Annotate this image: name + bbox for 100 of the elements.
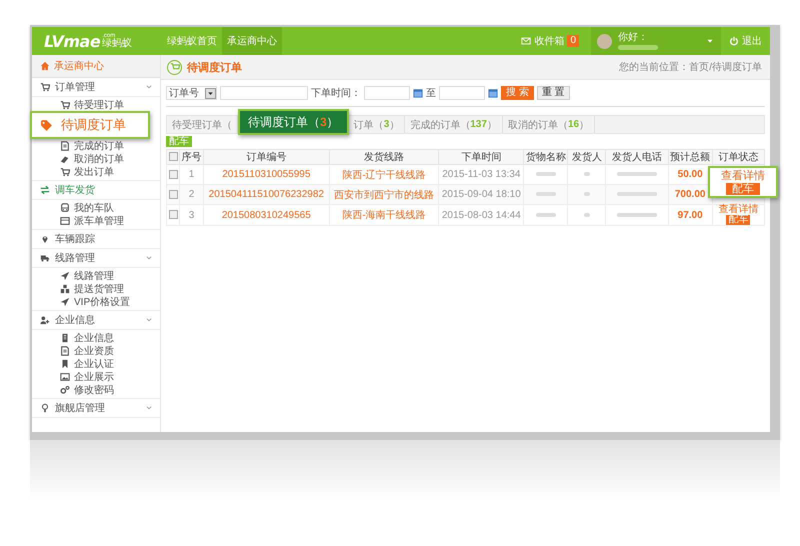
table-cell: 2015-08-03 14:44 <box>438 204 524 226</box>
sidebar-item[interactable]: 修改密码 <box>32 383 160 396</box>
sidebar-group[interactable]: 线路管理 <box>32 249 160 268</box>
bus-icon <box>60 202 70 212</box>
order-number-link[interactable]: 2015080310249565 <box>203 204 330 226</box>
logo-subtitle: 绿蚂蚁 <box>102 39 132 49</box>
group-label: 旗舰店管理 <box>55 402 106 415</box>
sidebar-item[interactable]: VIP价格设置 <box>32 295 160 308</box>
sidebar-item[interactable]: 发出订单 <box>32 165 160 178</box>
search-button[interactable]: 搜 索 <box>501 86 534 100</box>
sidebar-home-link[interactable]: 承运商中心 <box>32 55 160 78</box>
callout-label: 待调度订单 <box>61 116 126 134</box>
group-label: 企业信息 <box>55 314 96 327</box>
sidebar-group[interactable]: 旗舰店管理 <box>32 399 160 418</box>
home-icon <box>40 61 50 71</box>
order-number-link[interactable]: 201504111510076232982 <box>203 184 330 204</box>
nav-link[interactable]: 承运商中心 <box>222 27 282 55</box>
page-title: 待调度订单 <box>187 60 242 74</box>
assign-vehicle-button[interactable]: 配车 <box>726 182 760 194</box>
column-header: 发货线路 <box>329 150 439 164</box>
table-cell: 97.00 <box>668 204 712 226</box>
redacted-text <box>584 212 590 217</box>
order-field-select[interactable]: 订单号 <box>166 86 217 100</box>
bulb-icon <box>40 403 50 413</box>
assign-button[interactable]: 配车 <box>166 136 192 147</box>
inbox-count: 0 <box>567 35 579 47</box>
sidebar-item[interactable]: 企业信息 <box>32 331 160 344</box>
image-icon <box>60 372 70 382</box>
avatar <box>597 34 612 48</box>
group-label: 线路管理 <box>55 252 96 265</box>
row-checkbox[interactable] <box>168 170 178 179</box>
doc-icon <box>60 346 70 356</box>
sidebar-item[interactable]: 我的车队 <box>32 201 160 214</box>
cubes-icon <box>60 284 70 294</box>
sidebar-item[interactable]: 派车单管理 <box>32 214 160 227</box>
building-icon <box>60 332 70 342</box>
bookmark-icon <box>60 358 70 368</box>
cart-icon <box>60 100 70 110</box>
tab[interactable]: 完成的订单（137） <box>405 116 503 133</box>
sidebar-item[interactable]: 完成的订单 <box>32 139 160 152</box>
cart-icon <box>40 82 50 92</box>
row-checkbox[interactable] <box>168 210 178 220</box>
doc-icon <box>60 140 70 150</box>
nav-link[interactable]: 绿蚂蚁首页 <box>162 27 222 55</box>
sidebar-item[interactable]: 提送货管理 <box>32 282 160 295</box>
sidebar-group[interactable]: 企业信息 <box>32 311 160 330</box>
item-label: 派车单管理 <box>74 214 124 228</box>
table-cell: 3 <box>180 204 204 226</box>
table-cell: 2 <box>180 184 204 204</box>
truck-icon <box>40 253 50 263</box>
reset-button[interactable]: 重 置 <box>536 86 570 100</box>
column-header: 下单时间 <box>438 150 524 164</box>
users-icon <box>40 315 50 325</box>
column-header: 发货人 <box>568 150 606 164</box>
details-link[interactable]: 查看详情 <box>712 205 764 215</box>
plane-icon <box>60 270 70 280</box>
item-label: 取消的订单 <box>74 152 124 166</box>
tab[interactable]: 订单（3） <box>348 116 406 133</box>
sidebar-group[interactable]: 车辆跟踪 <box>32 230 160 249</box>
column-header: 预计总额 <box>668 150 712 164</box>
sidebar-item[interactable]: 企业展示 <box>32 370 160 383</box>
sidebar-item[interactable]: 企业认证 <box>32 357 160 370</box>
item-label: 企业资质 <box>74 344 114 358</box>
logout-link[interactable]: 退出 <box>721 27 770 55</box>
start-date-field[interactable] <box>364 86 410 100</box>
column-header: 订单编号 <box>203 150 330 164</box>
user-menu[interactable]: 你好： <box>591 27 721 55</box>
sidebar-item[interactable]: 线路管理 <box>32 269 160 282</box>
select-all-checkbox[interactable] <box>168 152 178 162</box>
sidebar-item[interactable]: 待受理订单 <box>32 98 160 111</box>
inbox-link[interactable]: 收件箱 0 <box>509 27 591 55</box>
end-date-field[interactable] <box>439 86 485 100</box>
home-label: 承运商中心 <box>54 60 104 73</box>
plane-icon <box>60 296 70 306</box>
redacted-text <box>616 172 657 176</box>
tab-callout[interactable]: 待调度订单（3） <box>238 109 349 135</box>
sidebar-group[interactable]: 调车发货 <box>32 181 160 200</box>
swap-icon <box>40 185 50 195</box>
tag-icon <box>40 118 53 132</box>
search-field[interactable] <box>220 86 308 100</box>
item-label: 完成的订单 <box>74 140 124 152</box>
route-link[interactable]: 陕西-海南干线线路 <box>329 204 439 226</box>
cart-icon <box>60 166 70 176</box>
tab[interactable]: 取消的订单（16） <box>502 116 596 133</box>
group-label: 订单管理 <box>55 80 96 94</box>
highlight-callout[interactable]: 待调度订单 <box>30 111 150 139</box>
redacted-text <box>616 192 657 196</box>
sidebar-item[interactable]: 取消的订单 <box>32 152 160 165</box>
logo-text: LVmae <box>44 32 100 50</box>
to-label: 至 <box>426 87 436 100</box>
sidebar-group[interactable]: 订单管理 <box>32 78 160 97</box>
route-link[interactable]: 西安市到西宁市的线路 <box>329 184 439 204</box>
column-header: 订单状态 <box>712 150 764 164</box>
item-label: VIP价格设置 <box>74 296 130 308</box>
eraser-icon <box>60 154 70 164</box>
power-icon <box>729 36 739 46</box>
sidebar-item[interactable]: 企业资质 <box>32 344 160 357</box>
row-checkbox[interactable] <box>168 190 178 199</box>
redacted-text <box>584 172 590 176</box>
calendar-icon <box>413 88 423 98</box>
